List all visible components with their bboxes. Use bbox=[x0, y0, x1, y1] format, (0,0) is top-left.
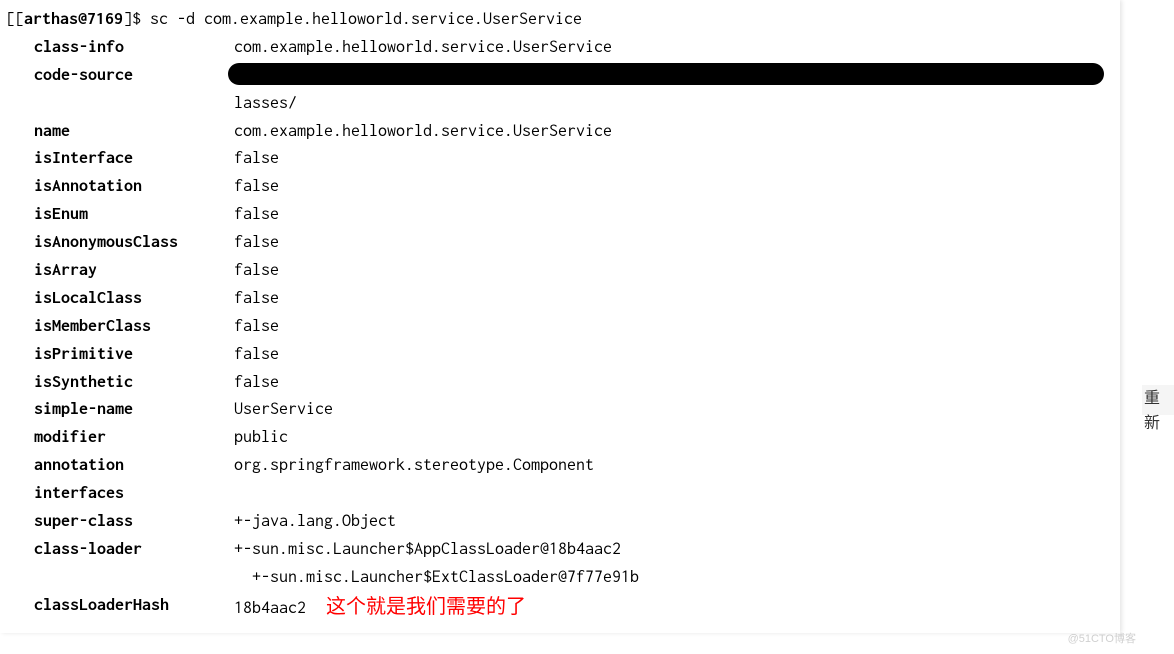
output-row: code-source c bbox=[6, 62, 1112, 90]
field-value: false bbox=[234, 341, 1112, 369]
output-row: class-loader+-sun.misc.Launcher$AppClass… bbox=[6, 536, 1112, 564]
output-row: isSyntheticfalse bbox=[6, 369, 1112, 397]
field-key: isArray bbox=[34, 257, 234, 285]
field-key: modifier bbox=[34, 424, 234, 452]
field-key: isSynthetic bbox=[34, 369, 234, 397]
redaction-bar bbox=[228, 63, 1104, 85]
background-panel-right: 重新 bbox=[1142, 385, 1174, 415]
annotation-text: 这个就是我们需要的了 bbox=[326, 596, 526, 618]
output-row: namecom.example.helloworld.service.UserS… bbox=[6, 118, 1112, 146]
field-key: simple-name bbox=[34, 396, 234, 424]
field-key: name bbox=[34, 118, 234, 146]
command-text: sc -d com.example.helloworld.service.Use… bbox=[150, 10, 582, 28]
field-key: super-class bbox=[34, 508, 234, 536]
field-key: code-source bbox=[34, 62, 234, 90]
output-row: classLoaderHash18b4aac2这个就是我们需要的了 bbox=[6, 592, 1112, 623]
field-key: isInterface bbox=[34, 145, 234, 173]
field-value: false bbox=[234, 369, 1112, 397]
field-value: UserService bbox=[234, 396, 1112, 424]
output-row: class-infocom.example.helloworld.service… bbox=[6, 34, 1112, 62]
output-row: isLocalClassfalse bbox=[6, 285, 1112, 313]
prompt-open-bracket: [[ bbox=[6, 10, 24, 28]
output-row: isAnnotationfalse bbox=[6, 173, 1112, 201]
output-row: +-sun.misc.Launcher$ExtClassLoader@7f77e… bbox=[6, 564, 1112, 592]
field-value: false bbox=[234, 201, 1112, 229]
field-key: isAnonymousClass bbox=[34, 229, 234, 257]
output-row: lasses/ bbox=[6, 90, 1112, 118]
prompt-user-host: arthas@7169 bbox=[24, 10, 123, 28]
field-key: classLoaderHash bbox=[34, 592, 234, 620]
field-key: annotation bbox=[34, 452, 234, 480]
field-value: +-sun.misc.Launcher$AppClassLoader@18b4a… bbox=[234, 536, 1112, 564]
field-value: public bbox=[234, 424, 1112, 452]
watermark-text: @51CTO博客 bbox=[1068, 631, 1136, 648]
field-key: interfaces bbox=[34, 480, 234, 508]
field-key: isPrimitive bbox=[34, 341, 234, 369]
field-key: isMemberClass bbox=[34, 313, 234, 341]
field-value: org.springframework.stereotype.Component bbox=[234, 452, 1112, 480]
output-row: isEnumfalse bbox=[6, 201, 1112, 229]
field-key: class-info bbox=[34, 34, 234, 62]
field-value: false bbox=[234, 285, 1112, 313]
field-key: isAnnotation bbox=[34, 173, 234, 201]
terminal-window: [[arthas@7169]$ sc -d com.example.hellow… bbox=[0, 0, 1120, 633]
prompt-close-bracket: ]$ bbox=[123, 10, 141, 28]
output-row: annotationorg.springframework.stereotype… bbox=[6, 452, 1112, 480]
field-key: isEnum bbox=[34, 201, 234, 229]
output-row: modifierpublic bbox=[6, 424, 1112, 452]
output-row: super-class+-java.lang.Object bbox=[6, 508, 1112, 536]
command-prompt-line: [[arthas@7169]$ sc -d com.example.hellow… bbox=[6, 6, 1112, 34]
field-value: false bbox=[234, 313, 1112, 341]
field-value: false bbox=[234, 145, 1112, 173]
output-row: isInterfacefalse bbox=[6, 145, 1112, 173]
output-row: simple-nameUserService bbox=[6, 396, 1112, 424]
redacted-trailing-char: c bbox=[1093, 61, 1102, 89]
output-row: interfaces bbox=[6, 480, 1112, 508]
field-value: com.example.helloworld.service.UserServi… bbox=[234, 118, 1112, 146]
field-value: 18b4aac2这个就是我们需要的了 bbox=[234, 592, 1112, 623]
field-value: com.example.helloworld.service.UserServi… bbox=[234, 34, 1112, 62]
field-value: lasses/ bbox=[234, 90, 1112, 118]
field-value: false bbox=[234, 173, 1112, 201]
output-row: isPrimitivefalse bbox=[6, 341, 1112, 369]
field-value: +-sun.misc.Launcher$ExtClassLoader@7f77e… bbox=[234, 564, 1112, 592]
output-row: isMemberClassfalse bbox=[6, 313, 1112, 341]
output-row: isArrayfalse bbox=[6, 257, 1112, 285]
field-value: +-java.lang.Object bbox=[234, 508, 1112, 536]
field-value: false bbox=[234, 257, 1112, 285]
output-rows: class-infocom.example.helloworld.service… bbox=[6, 34, 1112, 623]
field-key: isLocalClass bbox=[34, 285, 234, 313]
output-row: isAnonymousClassfalse bbox=[6, 229, 1112, 257]
field-key: class-loader bbox=[34, 536, 234, 564]
field-value: false bbox=[234, 229, 1112, 257]
